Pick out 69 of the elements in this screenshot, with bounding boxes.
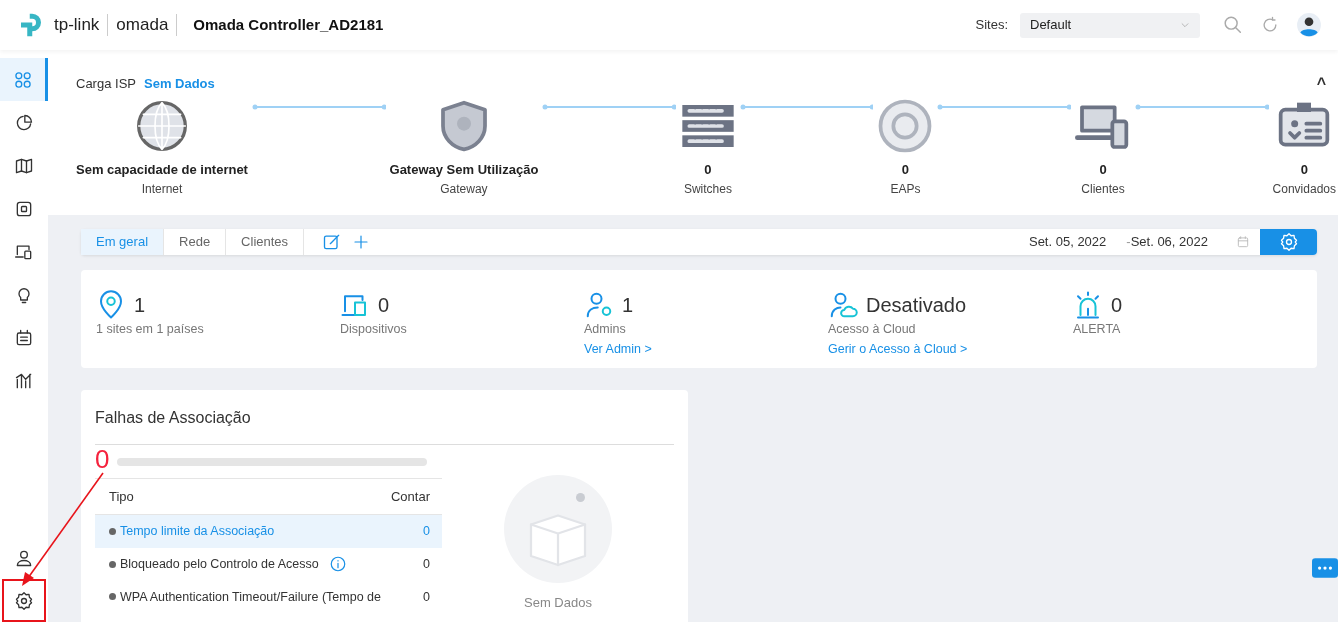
node-value: 0 — [704, 161, 712, 179]
stat-value: 0 — [1111, 293, 1123, 318]
stat-label: ALERTA — [1073, 321, 1122, 338]
node-label: Internet — [141, 180, 183, 198]
product-logo: omada — [116, 14, 169, 37]
failure-type: Tempo limite da Associação — [120, 523, 275, 541]
settings-icon — [14, 590, 34, 611]
date-from[interactable]: Set. 05, 2022 — [1028, 232, 1107, 252]
info-icon[interactable] — [328, 555, 347, 574]
table-row[interactable]: WPA Authentication Timeout/Failure (Tempo de 0 — [95, 580, 442, 614]
node-value: 0 — [1300, 161, 1308, 179]
column-header: Contar — [390, 487, 430, 506]
stat-label: Admins — [584, 321, 627, 338]
date-to[interactable]: Set. 06, 2022 — [1130, 232, 1208, 252]
failure-type: WPA Authentication Timeout/Failure (Tempo de — [120, 588, 381, 606]
settings-icon — [1278, 232, 1299, 252]
stat-value: 1 — [134, 293, 146, 318]
node-label: Clientes — [1081, 180, 1125, 198]
bullet-icon — [109, 527, 116, 535]
stat-link[interactable]: Gerir o Acesso à Cloud > — [828, 341, 968, 356]
avatar-icon[interactable] — [1296, 12, 1322, 38]
grid-icon — [12, 69, 33, 90]
chat-icon[interactable] — [1312, 555, 1338, 581]
stat-value: Desativado — [866, 293, 967, 318]
node-value: Sem capacidade de internet — [76, 161, 248, 179]
tab[interactable]: Rede — [164, 229, 227, 255]
stat-link[interactable]: Ver Admin > — [584, 341, 652, 356]
stat-value: 1 — [622, 293, 634, 318]
chevron-down-icon — [1180, 20, 1190, 30]
settings-button[interactable] — [1260, 229, 1317, 255]
node-label: Gateway — [440, 180, 488, 198]
empty-box-icon — [504, 475, 612, 583]
collapse-toggle[interactable]: ^ — [1316, 72, 1326, 96]
pie-chart-icon — [14, 112, 34, 133]
stat-label: 1 sites em 1 países — [96, 321, 205, 338]
user-cloud-icon — [828, 290, 858, 320]
node-label: Switches — [683, 180, 732, 198]
calendar-icon — [1236, 235, 1250, 249]
failure-type: Bloqueado pelo Controlo de Acesso — [120, 555, 319, 573]
controller-title: Omada Controller_AD2181 — [193, 14, 384, 35]
stat-label: Dispositivos — [340, 321, 408, 338]
user-gear-icon — [584, 290, 614, 320]
table-row[interactable]: Bloqueado pelo Controlo de Acesso 0 — [95, 547, 442, 581]
node-label: Convidados — [1272, 180, 1336, 198]
isp-label: Carga ISP — [76, 75, 136, 94]
empty-state-text: Sem Dados — [524, 594, 592, 612]
access-point-icon — [877, 98, 934, 154]
node-label: EAPs — [890, 180, 921, 198]
total-count: 0 — [95, 445, 110, 474]
node-value: 0 — [1099, 161, 1107, 179]
sites-label: Sites: — [975, 16, 1008, 35]
column-header: Tipo — [109, 487, 134, 506]
stat-label: Acesso à Cloud — [828, 321, 917, 338]
isp-value: Sem Dados — [144, 75, 215, 94]
failure-count: 0 — [423, 555, 430, 573]
bullet-icon — [109, 593, 116, 601]
failure-count: 0 — [423, 588, 430, 606]
sidebar-item[interactable] — [2, 579, 46, 622]
site-select[interactable]: Default — [1020, 12, 1200, 38]
card-title: Falhas de Associação — [95, 406, 674, 445]
date-separator: - — [1126, 233, 1131, 252]
calendar-list-icon — [14, 327, 34, 348]
node-value: 0 — [901, 161, 910, 179]
bullet-icon — [109, 560, 116, 568]
tab[interactable]: Clientes — [226, 229, 305, 255]
node-value: Gateway Sem Utilização — [389, 161, 539, 179]
brand-logo: tp-link — [54, 14, 100, 37]
failure-count: 0 — [423, 523, 430, 541]
stat-value: 0 — [378, 293, 390, 318]
